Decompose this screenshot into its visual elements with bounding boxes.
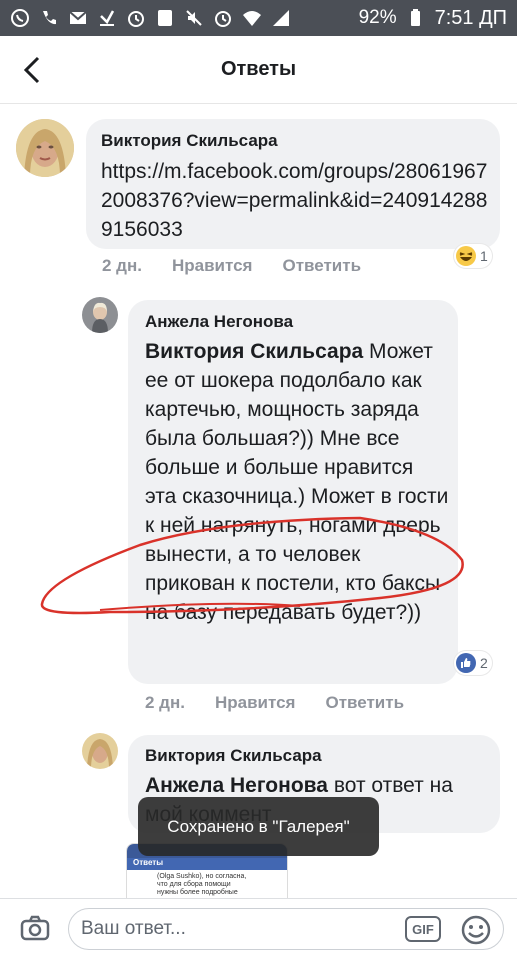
alarm-icon bbox=[126, 8, 146, 28]
app-header: Ответы bbox=[0, 36, 517, 104]
preview-body: (Olga Sushko), но согласна, что для сбор… bbox=[127, 870, 287, 897]
avatar[interactable] bbox=[82, 733, 118, 769]
comment-text: Виктория Скильсара Может ее от шокера по… bbox=[145, 337, 450, 627]
gmail-icon bbox=[68, 8, 88, 28]
mention-link[interactable]: Виктория Скильсара bbox=[145, 340, 363, 363]
emoji-button[interactable] bbox=[460, 914, 492, 946]
battery-percent: 92% bbox=[358, 7, 397, 28]
clock: 7:51 ДП bbox=[434, 6, 507, 29]
like-icon bbox=[456, 653, 476, 673]
comment-author[interactable]: Виктория Скильсара bbox=[101, 131, 278, 151]
gif-button[interactable]: GIF bbox=[405, 916, 441, 942]
comment-time: 2 дн. bbox=[145, 693, 185, 712]
comment-bubble[interactable]: Виктория Скильсара https://m.facebook.co… bbox=[86, 119, 500, 249]
haha-icon bbox=[456, 246, 476, 266]
reply-composer: GIF bbox=[0, 898, 517, 960]
alarm-icon bbox=[213, 8, 233, 28]
reply-input[interactable] bbox=[81, 915, 391, 943]
page-title: Ответы bbox=[220, 58, 297, 80]
avatar[interactable] bbox=[16, 119, 74, 177]
wifi-icon bbox=[242, 8, 262, 28]
reaction-count: 1 bbox=[480, 248, 488, 264]
preview-line: нужны более подробные bbox=[157, 889, 238, 896]
battery-icon bbox=[405, 8, 425, 28]
camera-icon bbox=[20, 915, 50, 941]
phone-icon bbox=[39, 8, 59, 28]
image-icon bbox=[155, 8, 175, 28]
reply-input-container: GIF bbox=[68, 908, 504, 950]
preview-line: что для сбора помощи bbox=[157, 881, 231, 888]
comment-body: Может ее от шокера подолбало как картечь… bbox=[145, 340, 449, 624]
reply-button[interactable]: Ответить bbox=[282, 256, 361, 276]
reaction-badge[interactable]: 1 bbox=[454, 244, 492, 268]
signal-icon bbox=[271, 8, 291, 28]
whatsapp-icon bbox=[10, 8, 30, 28]
reaction-badge[interactable]: 2 bbox=[454, 651, 492, 675]
toast-notification: Сохранено в "Галерея" bbox=[138, 797, 379, 856]
download-icon bbox=[97, 8, 117, 28]
comment-link[interactable]: https://m.facebook.com/groups/2806196720… bbox=[101, 157, 491, 244]
comment-bubble[interactable]: Анжела Негонова Виктория Скильсара Может… bbox=[128, 300, 458, 684]
reaction-count: 2 bbox=[480, 655, 488, 671]
like-button[interactable]: Нравится bbox=[172, 256, 253, 276]
comment-time: 2 дн. bbox=[102, 256, 142, 275]
comment-actions: 2 дн. Нравится Ответить bbox=[102, 256, 361, 276]
comment-author[interactable]: Виктория Скильсара bbox=[145, 746, 322, 766]
mute-icon bbox=[184, 8, 204, 28]
preview-line: (Olga Sushko), но согласна, bbox=[157, 873, 247, 880]
like-button[interactable]: Нравится bbox=[215, 693, 296, 713]
preview-header: Ответы bbox=[127, 858, 287, 870]
emoji-icon bbox=[461, 915, 491, 945]
comment-author[interactable]: Анжела Негонова bbox=[145, 312, 293, 332]
status-bar: 92% 7:51 ДП bbox=[0, 0, 517, 36]
avatar[interactable] bbox=[82, 297, 118, 333]
camera-button[interactable] bbox=[18, 911, 52, 945]
reply-button[interactable]: Ответить bbox=[325, 693, 404, 713]
mention-link[interactable]: Анжела Негонова bbox=[145, 774, 328, 797]
comment-actions: 2 дн. Нравится Ответить bbox=[145, 693, 404, 713]
